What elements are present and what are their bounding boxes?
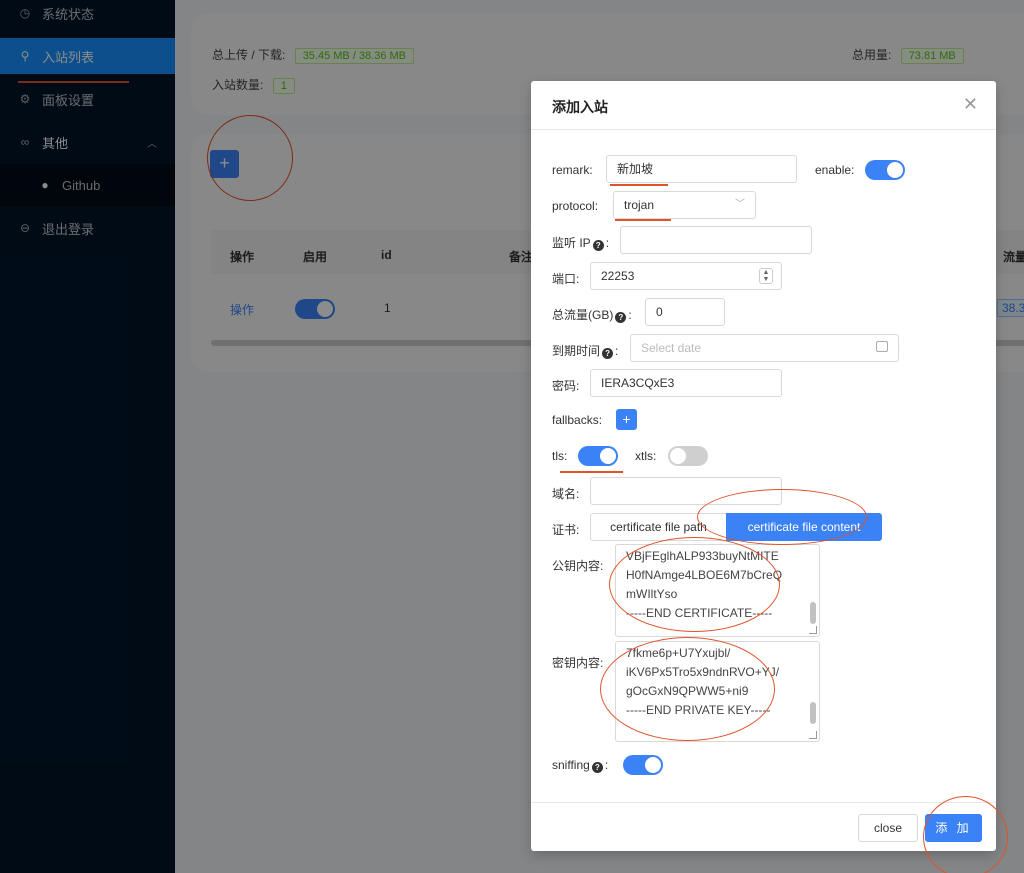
total-traffic-label: 总流量(GB) <box>552 308 614 322</box>
modal-footer: close 添 加 <box>531 802 996 851</box>
password-input[interactable]: IERA3CQxE3 <box>590 369 782 397</box>
annotation-underline <box>615 219 671 221</box>
expiry-label: 到期时间 <box>552 344 601 358</box>
add-button[interactable]: 添 加 <box>925 814 982 842</box>
enable-toggle[interactable] <box>865 160 905 180</box>
sniffing-toggle[interactable] <box>623 755 663 775</box>
protocol-label: protocol: <box>552 199 599 213</box>
add-inbound-modal: 添加入站 ✕ remark: 新加坡 enable: protocol: tro… <box>531 81 996 851</box>
expiry-label-wrap: 到期时间?: <box>552 344 619 359</box>
textarea-scrollbar[interactable] <box>810 602 816 624</box>
private-key-line: iKV6Px5Tro5x9ndnRVO+YJ/ <box>626 665 780 679</box>
password-label: 密码: <box>552 379 580 393</box>
public-key-line: H0fNAmge4LBOE6M7bCreQ <box>626 568 783 582</box>
annotation-underline <box>610 184 668 186</box>
listen-ip-label-wrap: 监听 IP?: <box>552 236 610 251</box>
listen-ip-input[interactable] <box>620 226 812 254</box>
private-key-line: -----END PRIVATE KEY----- <box>626 703 771 717</box>
port-input[interactable]: 22253 ▲ ▼ <box>590 262 782 290</box>
protocol-select[interactable]: trojan ﹀ <box>613 191 756 219</box>
public-key-line: mWIltYso <box>626 587 678 601</box>
remark-input[interactable]: 新加坡 <box>606 155 797 183</box>
sniffing-label-wrap: sniffing?: <box>552 758 609 773</box>
question-icon[interactable]: ? <box>602 348 614 359</box>
chevron-down-icon: ﹀ <box>735 199 745 210</box>
public-key-textarea[interactable]: VBjFEglhALP933buyNtMITE H0fNAmge4LBOE6M7… <box>615 544 820 637</box>
public-key-line: -----END CERTIFICATE----- <box>626 606 773 620</box>
enable-label: enable: <box>815 163 855 177</box>
private-key-line: 7fkme6p+U7Yxujbl/ <box>626 646 731 660</box>
fallbacks-label: fallbacks: <box>552 413 603 427</box>
resize-handle-icon[interactable] <box>809 731 817 739</box>
private-key-textarea[interactable]: 7fkme6p+U7Yxujbl/ iKV6Px5Tro5x9ndnRVO+YJ… <box>615 641 820 742</box>
xtls-label: xtls: <box>635 449 657 463</box>
sniffing-label: sniffing <box>552 758 590 772</box>
private-key-label: 密钥内容: <box>552 656 604 670</box>
domain-label: 域名: <box>552 487 580 501</box>
public-key-label: 公钥内容: <box>552 559 604 573</box>
close-icon[interactable]: ✕ <box>963 94 978 115</box>
expiry-placeholder: Select date <box>641 341 702 355</box>
listen-ip-label: 监听 IP <box>552 236 591 250</box>
private-key-line: gOcGxN9QPWW5+ni9 <box>626 684 749 698</box>
calendar-icon <box>876 341 888 352</box>
public-key-line: VBjFEglhALP933buyNtMITE <box>626 549 779 563</box>
remark-label: remark: <box>552 163 593 177</box>
total-traffic-label-wrap: 总流量(GB)?: <box>552 308 632 323</box>
tls-toggle[interactable] <box>578 446 618 466</box>
cert-file-content-option[interactable]: certificate file content <box>726 513 882 541</box>
tls-label: tls: <box>552 449 568 463</box>
expiry-date-picker[interactable]: Select date <box>630 334 899 362</box>
cert-label: 证书: <box>552 523 580 537</box>
add-fallback-button[interactable]: + <box>616 409 637 430</box>
modal-header: 添加入站 ✕ <box>531 81 996 130</box>
modal-title: 添加入站 <box>552 99 608 115</box>
port-value: 22253 <box>601 269 635 283</box>
annotation-underline <box>560 471 623 473</box>
question-icon[interactable]: ? <box>591 762 603 773</box>
total-traffic-input[interactable]: 0 <box>645 298 725 326</box>
question-icon[interactable]: ? <box>615 312 627 323</box>
resize-handle-icon[interactable] <box>809 626 817 634</box>
protocol-value: trojan <box>624 198 655 212</box>
close-button[interactable]: close <box>858 814 918 842</box>
stepper-icon[interactable]: ▲ ▼ <box>759 268 773 284</box>
textarea-scrollbar[interactable] <box>810 702 816 724</box>
question-icon[interactable]: ? <box>592 240 604 251</box>
port-label: 端口: <box>552 272 580 286</box>
domain-input[interactable] <box>590 477 782 505</box>
xtls-toggle[interactable] <box>668 446 708 466</box>
cert-file-path-option[interactable]: certificate file path <box>590 513 727 541</box>
